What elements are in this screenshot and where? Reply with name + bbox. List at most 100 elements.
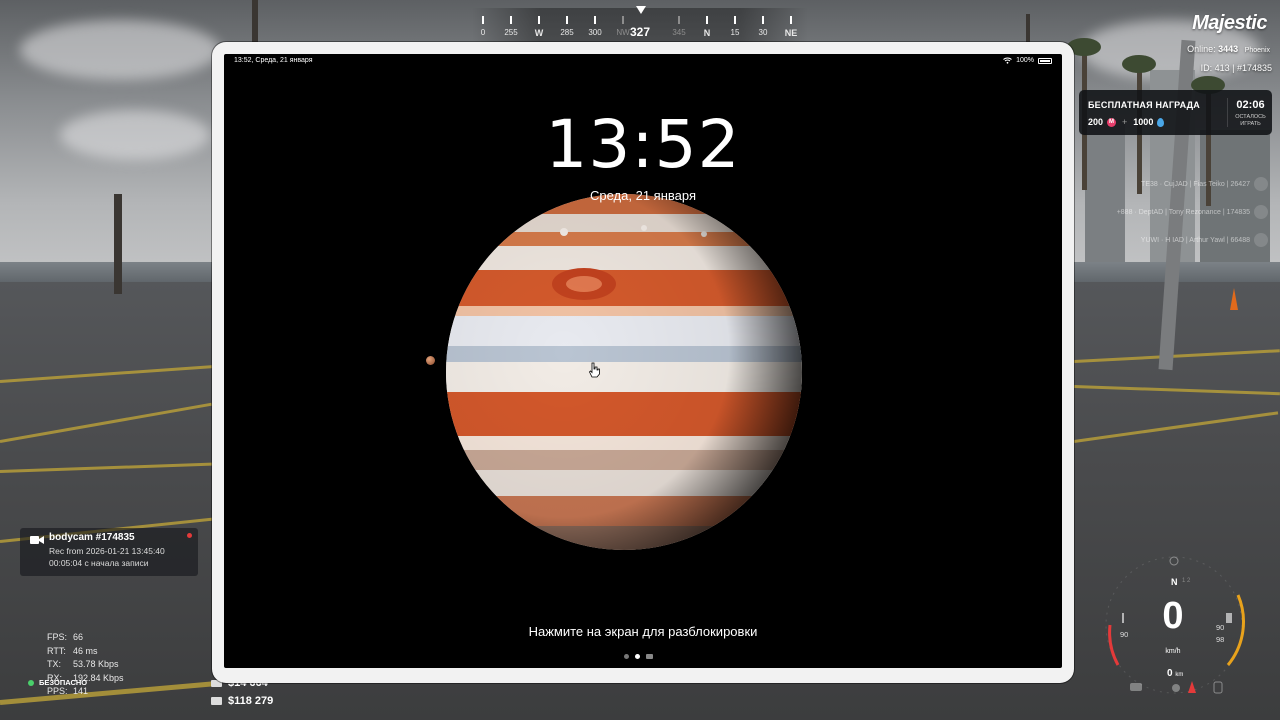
netstat-label: TX: bbox=[47, 659, 62, 669]
health-value: 98 bbox=[1216, 635, 1225, 644]
cloud bbox=[20, 20, 220, 80]
reward-drops-amount: 1000 bbox=[1133, 117, 1154, 127]
server-name: Phoenix bbox=[1244, 47, 1270, 54]
avatar-icon bbox=[1254, 177, 1268, 191]
player-ids: ID: 413 | #174835 bbox=[1200, 63, 1272, 73]
bodycam-overlay: bodycam #174835 Rec from 2026-01-21 13:4… bbox=[20, 528, 198, 576]
pole bbox=[1026, 14, 1030, 44]
pole bbox=[252, 0, 258, 42]
compass-label: 255 bbox=[504, 28, 518, 37]
palm-leaves bbox=[1122, 55, 1156, 73]
compass-tick bbox=[762, 16, 764, 24]
compass-label: 345 bbox=[672, 28, 686, 37]
safe-zone-indicator: БЕЗОПАСНО bbox=[28, 678, 87, 687]
kill-feed-text: +888 · DeptAD | Tony Rezonance | 174835 bbox=[1116, 208, 1250, 216]
pole bbox=[114, 194, 122, 294]
compass-label: 30 bbox=[758, 28, 768, 37]
lock-screen-clock: 13:52 bbox=[545, 106, 741, 183]
jupiter-wallpaper bbox=[446, 194, 802, 550]
bodycam-title: bodycam #174835 bbox=[49, 532, 135, 543]
speed-unit: km/h bbox=[1165, 648, 1181, 655]
fuel-value: 90 bbox=[1216, 623, 1225, 632]
tablet-device: 13:52, Среда, 21 января 100% 13:52 Среда… bbox=[212, 42, 1074, 683]
gear-next: 1 2 bbox=[1182, 578, 1191, 584]
status-bar-time: 13:52, Среда, 21 января bbox=[234, 57, 313, 64]
speed-value: 0 bbox=[1162, 595, 1184, 637]
bank-balance: $118 279 bbox=[211, 695, 273, 707]
kill-feed-text: TE38 · CujJAD | Fias Teiko | 26427 bbox=[1141, 180, 1250, 188]
netstat-value: 53.78 Kbps bbox=[73, 659, 119, 669]
compass-label: NE bbox=[784, 28, 798, 38]
reward-title: БЕСПЛАТНАЯ НАГРАДА bbox=[1088, 100, 1200, 110]
netstat-row: RTT: 46 ms bbox=[47, 645, 124, 659]
server-brand-logo: Majestic bbox=[1192, 12, 1267, 34]
netstat-row: TX: 53.78 Kbps bbox=[47, 658, 124, 672]
compass-tick bbox=[622, 16, 624, 24]
bank-amount: $118 279 bbox=[228, 695, 274, 707]
tablet-lock-screen[interactable]: 13:52, Среда, 21 января 100% 13:52 Среда… bbox=[224, 54, 1062, 668]
compass-tick bbox=[594, 16, 596, 24]
battery-percent: 100% bbox=[1016, 57, 1034, 64]
free-reward-panel[interactable]: БЕСПЛАТНАЯ НАГРАДА 200 M + 1000 02:06 ОС… bbox=[1079, 90, 1272, 135]
compass-tick bbox=[706, 16, 708, 24]
compass-label: 300 bbox=[588, 28, 602, 37]
status-bar-right: 100% bbox=[1003, 57, 1052, 64]
hand-cursor-icon bbox=[589, 362, 600, 378]
wifi-icon bbox=[1003, 57, 1012, 64]
battery-icon bbox=[1038, 57, 1052, 64]
lock-screen-date: Среда, 21 января bbox=[589, 188, 696, 203]
netstat-row: FPS: 66 bbox=[47, 631, 124, 645]
compass-tick bbox=[510, 16, 512, 24]
compass-label: NW bbox=[616, 28, 630, 37]
netstat-value: 66 bbox=[73, 632, 84, 642]
unlock-hint[interactable]: Нажмите на экран для разблокировки bbox=[224, 624, 1062, 639]
netstat-value: 141 bbox=[73, 686, 89, 696]
vehicle-status-icons bbox=[1130, 681, 1223, 694]
moon-io bbox=[426, 356, 435, 365]
online-count: 3443 bbox=[1218, 44, 1239, 54]
compass-tick bbox=[482, 16, 484, 24]
page-dot-active[interactable] bbox=[635, 654, 640, 659]
compass-marker bbox=[636, 6, 646, 14]
compass-tick bbox=[538, 16, 540, 24]
gear-indicator: N bbox=[1171, 577, 1178, 587]
online-label: Online: bbox=[1187, 44, 1216, 54]
cloud bbox=[60, 110, 210, 160]
kill-feed-row: TE38 · CujJAD | Fias Teiko | 26427 bbox=[1076, 170, 1280, 198]
coin-icon: M bbox=[1107, 117, 1117, 127]
traffic-cone bbox=[1230, 288, 1238, 310]
reward-plus: + bbox=[1122, 117, 1128, 127]
avatar-icon bbox=[1254, 205, 1268, 219]
compass-label: 15 bbox=[730, 28, 740, 37]
compass-label: 285 bbox=[560, 28, 574, 37]
bodycam-rec-time: Rec from 2026-01-21 13:45:40 bbox=[49, 546, 165, 556]
odometer-value: 0 bbox=[1167, 668, 1173, 679]
reward-amounts: 200 M + 1000 bbox=[1088, 117, 1165, 127]
compass-label: 0 bbox=[480, 28, 486, 37]
reward-timer: 02:06 bbox=[1236, 99, 1265, 111]
compass-tick bbox=[734, 16, 736, 24]
odometer-unit: km bbox=[1175, 672, 1184, 678]
kill-feed: TE38 · CujJAD | Fias Teiko | 26427 +888 … bbox=[1076, 170, 1280, 254]
safe-status-dot-icon bbox=[28, 679, 34, 686]
video-camera-icon bbox=[30, 536, 44, 544]
reward-time-left-label: ОСТАЛОСЬ ИГРАТЬ bbox=[1235, 114, 1266, 127]
page-dot[interactable] bbox=[624, 654, 629, 659]
netstat-value: 46 ms bbox=[73, 645, 98, 656]
speedometer: N 1 2 0 km/h 90 90 98 0 km bbox=[1088, 555, 1258, 715]
bodycam-elapsed: 00:05:04 с начала записи bbox=[49, 558, 149, 568]
camera-page-icon[interactable] bbox=[646, 654, 653, 659]
compass-label: N bbox=[703, 28, 711, 38]
kill-feed-row: YUWI · H IAD | Arthur Yawl | 66488 bbox=[1076, 226, 1280, 254]
page-indicator bbox=[624, 654, 653, 659]
kill-feed-row: +888 · DeptAD | Tony Rezonance | 174835 bbox=[1076, 198, 1280, 226]
recording-dot-icon bbox=[187, 533, 192, 538]
online-counter: Online: 3443 Phoenix bbox=[1187, 44, 1270, 54]
drop-icon bbox=[1157, 117, 1165, 127]
compass-tick bbox=[566, 16, 568, 24]
compass-tick bbox=[790, 16, 792, 24]
avatar-icon bbox=[1254, 233, 1268, 247]
compass: 327 0 255 W 285 300 NW 345 N 15 30 NE bbox=[472, 6, 808, 44]
odometer: 0 km bbox=[1167, 668, 1183, 679]
network-stats: FPS: 66 RTT: 46 ms TX: 53.78 Kbps RX: 192.84… bbox=[47, 631, 124, 699]
